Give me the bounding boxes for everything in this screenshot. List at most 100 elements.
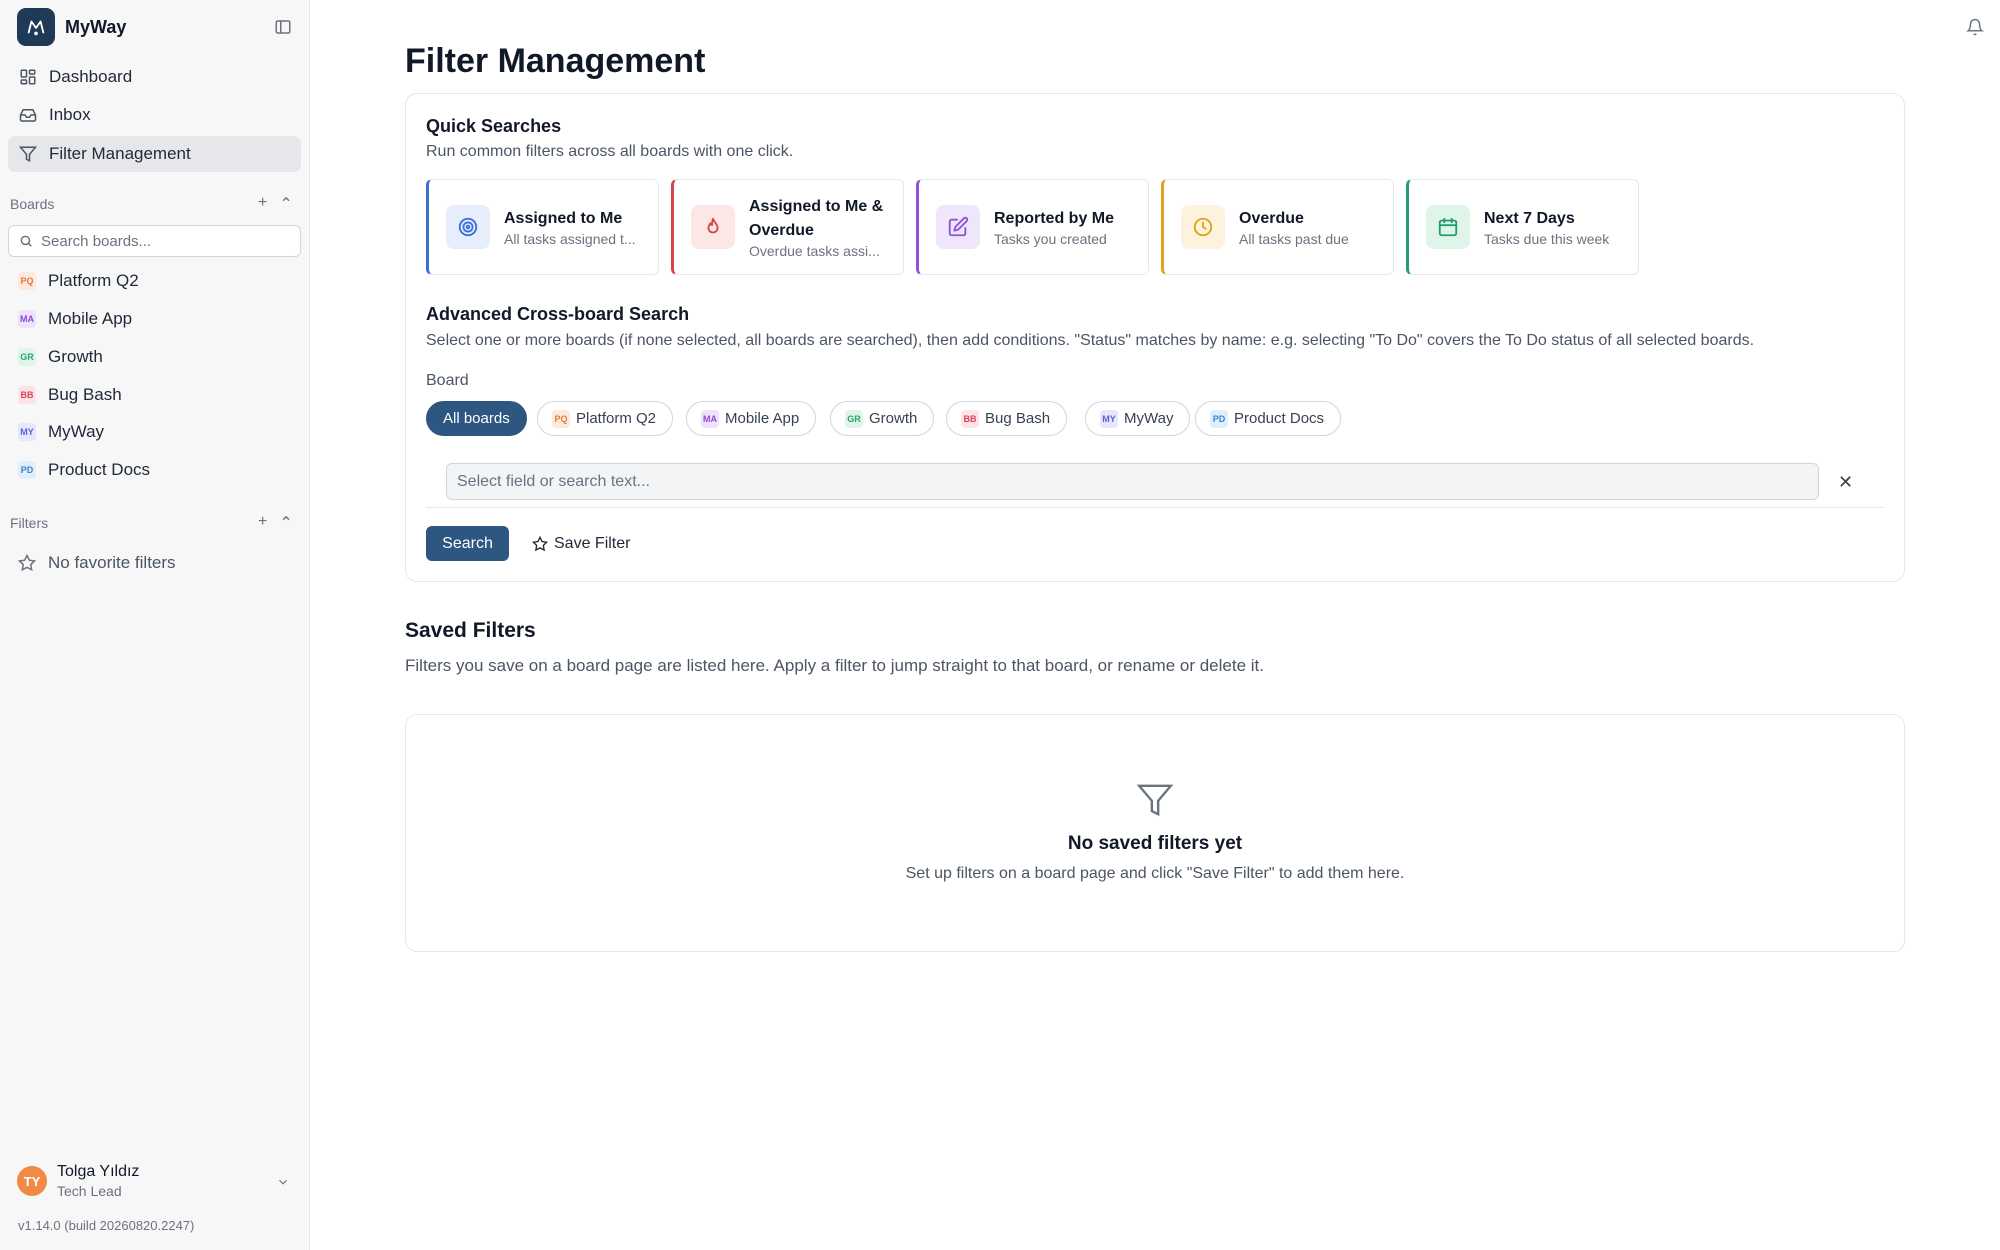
chip-label: Mobile App [725,410,800,427]
divider [426,507,1884,508]
nav-label: Dashboard [49,67,133,86]
advanced-search-title: Advanced Cross-board Search [426,304,690,324]
board-label: Mobile App [48,309,133,328]
nav-dashboard[interactable]: Dashboard [8,59,301,95]
saved-filters-empty-card: No saved filters yet Set up filters on a… [405,714,1905,952]
quick-search-description: All tasks past due [1239,231,1349,247]
board-label: Board [426,372,469,389]
board-badge: MA [18,310,36,328]
nav-filter-management[interactable]: Filter Management [8,136,301,172]
board-label: Growth [48,347,103,366]
quick-search-card[interactable]: Next 7 Days Tasks due this week [1406,179,1639,275]
advanced-search-description: Select one or more boards (if none selec… [426,332,1755,349]
quick-search-description: Tasks due this week [1484,231,1610,247]
funnel-icon [406,781,1904,819]
clock-icon [1181,205,1225,249]
app-version: v1.14.0 (build 20260820.2247) [18,1218,195,1233]
quick-search-card[interactable]: Assigned to Me & Overdue Overdue tasks ass… [671,179,904,275]
user-role: Tech Lead [57,1183,122,1199]
quick-search-title: Assigned to Me [504,210,623,227]
condition-placeholder: Select field or search text... [457,472,650,490]
board-search-input[interactable]: Search boards... [8,225,301,257]
app-logo-icon [17,8,55,46]
search-card: Quick Searches Run common filters across… [405,93,1905,582]
no-favorite-filters: No favorite filters [8,545,301,581]
saved-filters-title: Saved Filters [405,619,536,642]
board-filter-chip[interactable]: BB Bug Bash [946,401,1068,436]
avatar: TY [17,1166,47,1196]
page-title: Filter Management [405,42,706,80]
collapse-boards-icon[interactable]: ⌃ [279,194,292,214]
target-icon [446,205,490,249]
quick-searches-subtitle: Run common filters across all boards wit… [426,143,794,160]
saved-filters-subtitle: Filters you save on a board page are lis… [405,656,1264,675]
board-label: Product Docs [48,460,151,479]
board-badge: GR [18,348,36,366]
sidebar-board-item[interactable]: PQ Platform Q2 [8,263,301,299]
quick-search-description: Tasks you created [994,231,1107,247]
save-filter-label: Save Filter [554,534,631,552]
chip-all-boards[interactable]: All boards [426,401,527,436]
user-menu[interactable]: TY Tolga Yıldız Tech Lead [17,1163,139,1199]
quick-search-card[interactable]: Reported by Me Tasks you created [916,179,1149,275]
add-filter-icon[interactable]: + [258,513,267,533]
filters-section-title: Filters [10,515,49,531]
sidebar-board-item[interactable]: BB Bug Bash [8,377,301,413]
filters-section-actions: + ⌃ [258,513,293,533]
close-icon[interactable]: ✕ [1838,472,1853,493]
board-label: Bug Bash [48,385,122,404]
board-filter-chip[interactable]: MA Mobile App [686,401,817,436]
sidebar-board-item[interactable]: PD Product Docs [8,452,301,488]
chip-label: All boards [443,410,510,427]
board-filter-chip[interactable]: PD Product Docs [1195,401,1342,436]
quick-search-card[interactable]: Overdue All tasks past due [1161,179,1394,275]
nav-label: Inbox [49,105,91,124]
board-filter-chip[interactable]: MY MyWay [1085,401,1191,436]
grid-icon [20,69,36,85]
bell-icon[interactable] [1965,18,1985,36]
search-button[interactable]: Search [426,526,509,561]
collapse-filters-icon[interactable]: ⌃ [279,513,292,533]
chevron-down-icon[interactable] [276,1175,290,1194]
no-favorite-filters-label: No favorite filters [48,553,176,572]
flame-icon [691,205,735,249]
sidebar-board-item[interactable]: MY MyWay [8,414,301,450]
chip-label: Platform Q2 [576,410,657,427]
board-badge: BB [961,409,979,428]
quick-search-title: Next 7 Days [1484,210,1575,227]
board-badge: PQ [18,272,36,290]
nav-label: Filter Management [49,144,191,163]
quick-search-description: All tasks assigned t... [504,231,636,247]
funnel-icon [19,146,37,162]
quick-search-card[interactable]: Assigned to Me All tasks assigned t... [426,179,659,275]
board-badge: PD [1210,409,1228,428]
chip-label: Product Docs [1234,410,1325,427]
boards-section-actions: + ⌃ [258,194,293,214]
star-icon [532,535,548,551]
condition-input[interactable]: Select field or search text... [446,463,1819,500]
nav-inbox[interactable]: Inbox [8,97,301,133]
board-badge: GR [845,409,863,428]
board-badge: PD [18,461,36,479]
board-badge: MY [18,423,36,441]
empty-state-text: Set up filters on a board page and click… [905,865,1405,882]
user-name: Tolga Yıldız [57,1163,140,1180]
chip-label: MyWay [1124,410,1174,427]
board-search-placeholder: Search boards... [41,232,152,250]
chip-label: Bug Bash [985,410,1051,427]
chip-label: Growth [869,410,918,427]
quick-search-title: Reported by Me [994,210,1115,227]
sidebar-board-item[interactable]: MA Mobile App [8,301,301,337]
board-filter-chip[interactable]: GR Growth [830,401,935,436]
save-filter-button[interactable]: Save Filter [532,526,630,561]
board-badge: PQ [552,409,570,428]
search-icon [20,235,32,247]
sidebar-board-item[interactable]: GR Growth [8,339,301,375]
add-board-icon[interactable]: + [258,194,267,214]
brand[interactable]: MyWay [17,8,126,46]
edit-icon [936,205,980,249]
sidebar-toggle-icon[interactable] [274,18,292,36]
boards-section-title: Boards [10,196,55,212]
board-filter-chip[interactable]: PQ Platform Q2 [537,401,674,436]
quick-search-title: Overdue [1239,210,1304,227]
